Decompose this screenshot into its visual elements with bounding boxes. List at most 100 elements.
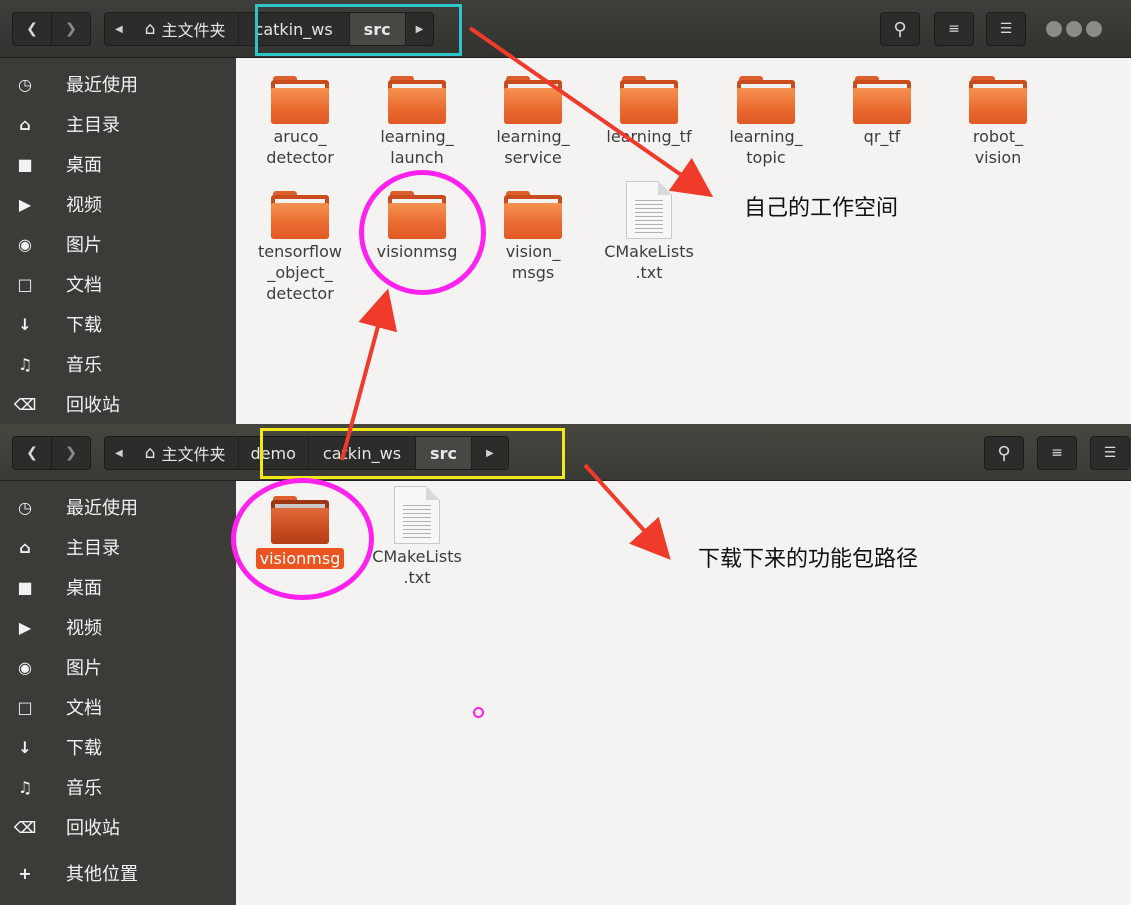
sidebar-item-label: 桌面 bbox=[66, 578, 102, 599]
folder-item[interactable]: learning_ launch bbox=[362, 76, 472, 168]
minimize-icon[interactable] bbox=[1046, 21, 1062, 37]
sidebar-item-label: 图片 bbox=[66, 235, 102, 256]
sidebar-item[interactable]: ▶ 视频 bbox=[0, 184, 236, 224]
sidebar-item[interactable]: ↓ 下载 bbox=[0, 727, 236, 767]
file-item[interactable]: CMakeLists .txt bbox=[362, 486, 472, 588]
sidebar-item-label: 视频 bbox=[66, 618, 102, 639]
folder-item[interactable]: qr_tf bbox=[827, 76, 937, 147]
path-scroll-left[interactable]: ◀ bbox=[105, 13, 133, 45]
folder-item[interactable]: learning_tf bbox=[594, 76, 704, 147]
music-icon: ♫ bbox=[17, 777, 33, 797]
text-file-icon bbox=[626, 181, 672, 239]
menu-button[interactable]: ☰ bbox=[1090, 436, 1130, 470]
headerbar: ❮ ❯ ◀ ⌂ 主文件夹 demo catkin_ws src ▶ ⚲ ≡ ☰ bbox=[0, 424, 1131, 481]
path-home[interactable]: ⌂ 主文件夹 bbox=[133, 437, 239, 469]
folder-item[interactable]: learning_ service bbox=[478, 76, 588, 168]
path-segment-src[interactable]: src bbox=[349, 13, 406, 45]
item-label: learning_ service bbox=[496, 127, 570, 167]
folder-icon bbox=[271, 496, 329, 544]
home-icon: ⌂ bbox=[144, 19, 156, 39]
sidebar-item-label: 下载 bbox=[66, 738, 102, 759]
sidebar-item[interactable]: ♫ 音乐 bbox=[0, 767, 236, 807]
sidebar-item[interactable]: ⌫ 回收站 bbox=[0, 384, 236, 424]
hamburger-icon: ☰ bbox=[1103, 445, 1117, 461]
maximize-icon[interactable] bbox=[1066, 21, 1082, 37]
item-label: visionmsg bbox=[255, 548, 345, 569]
folder-icon bbox=[271, 191, 329, 239]
sidebar-item[interactable]: + 其他位置 bbox=[0, 853, 236, 893]
sidebar-item[interactable]: ⌂ 主目录 bbox=[0, 527, 236, 567]
home-icon: ⌂ bbox=[19, 114, 31, 134]
folder-icon bbox=[737, 76, 795, 124]
back-button[interactable]: ❮ bbox=[12, 436, 52, 470]
sidebar-item-label: 回收站 bbox=[66, 818, 120, 839]
folder-icon bbox=[853, 76, 911, 124]
back-button[interactable]: ❮ bbox=[12, 12, 52, 46]
path-home-label: 主文件夹 bbox=[161, 445, 226, 464]
list-view-icon: ≡ bbox=[948, 21, 960, 37]
file-manager-window-top: ❮ ❯ ◀ ⌂ 主文件夹 catkin_ws src ▶ ⚲ ≡ ☰ ◷ 最近使用… bbox=[0, 0, 1131, 424]
plus-icon: + bbox=[18, 863, 32, 883]
folder-item[interactable]: visionmsg bbox=[245, 496, 355, 569]
triangle-right-icon: ▶ bbox=[485, 447, 494, 459]
search-button[interactable]: ⚲ bbox=[984, 436, 1024, 470]
sidebar: ◷ 最近使用 ⌂ 主目录 ■ 桌面 ▶ 视频 ◉ 图片 □ 文档 ↓ 下载 ♫ 音乐 ⌫ 回收站 bbox=[0, 58, 236, 424]
menu-button[interactable]: ☰ bbox=[986, 12, 1026, 46]
forward-button[interactable]: ❯ bbox=[51, 12, 91, 46]
path-scroll-right[interactable]: ▶ bbox=[406, 13, 434, 45]
sidebar-item[interactable]: ■ 桌面 bbox=[0, 567, 236, 607]
folder-item[interactable]: vision_ msgs bbox=[478, 191, 588, 283]
folder-item[interactable]: aruco_ detector bbox=[245, 76, 355, 168]
sidebar-item[interactable]: ⌫ 回收站 bbox=[0, 807, 236, 847]
item-label: visionmsg bbox=[376, 242, 458, 261]
sidebar-item-label: 桌面 bbox=[66, 155, 102, 176]
sidebar-item[interactable]: ■ 桌面 bbox=[0, 144, 236, 184]
home-icon: ⌂ bbox=[19, 537, 31, 557]
search-icon: ⚲ bbox=[997, 442, 1011, 464]
desktop-folder-icon: ■ bbox=[17, 577, 33, 597]
clock-icon: ◷ bbox=[18, 74, 32, 94]
path-segment-src[interactable]: src bbox=[416, 437, 472, 469]
sidebar-item[interactable]: ⌂ 主目录 bbox=[0, 104, 236, 144]
folder-item[interactable]: learning_ topic bbox=[711, 76, 821, 168]
sidebar-item[interactable]: ◷ 最近使用 bbox=[0, 487, 236, 527]
path-scroll-left[interactable]: ◀ bbox=[105, 437, 133, 469]
sidebar-item[interactable]: ◉ 图片 bbox=[0, 647, 236, 687]
sidebar-item[interactable]: ▶ 视频 bbox=[0, 607, 236, 647]
path-home-label: 主文件夹 bbox=[161, 21, 226, 40]
sidebar-item[interactable]: ◉ 图片 bbox=[0, 224, 236, 264]
sidebar-item[interactable]: ◷ 最近使用 bbox=[0, 64, 236, 104]
file-item[interactable]: CMakeLists .txt bbox=[594, 181, 704, 283]
sidebar-item[interactable]: ↓ 下载 bbox=[0, 304, 236, 344]
sidebar-item-label: 音乐 bbox=[66, 355, 102, 376]
path-segment-catkin_ws[interactable]: catkin_ws bbox=[309, 437, 417, 469]
folder-item[interactable]: robot_ vision bbox=[943, 76, 1053, 168]
item-label: robot_ vision bbox=[972, 127, 1024, 167]
path-scroll-right[interactable]: ▶ bbox=[472, 437, 508, 469]
path-bar: ◀ ⌂ 主文件夹 demo catkin_ws src ▶ bbox=[104, 436, 509, 470]
sidebar-item[interactable]: □ 文档 bbox=[0, 687, 236, 727]
clock-icon: ◷ bbox=[18, 497, 32, 517]
list-view-icon: ≡ bbox=[1051, 445, 1063, 461]
search-button[interactable]: ⚲ bbox=[880, 12, 920, 46]
sidebar-item[interactable]: □ 文档 bbox=[0, 264, 236, 304]
view-options-button[interactable]: ≡ bbox=[934, 12, 974, 46]
document-icon: □ bbox=[17, 274, 33, 294]
trash-icon: ⌫ bbox=[13, 817, 37, 837]
item-label: qr_tf bbox=[863, 127, 901, 146]
path-home[interactable]: ⌂ 主文件夹 bbox=[133, 13, 239, 45]
triangle-right-icon: ▶ bbox=[415, 23, 424, 35]
folder-item[interactable]: visionmsg bbox=[362, 191, 472, 262]
video-icon: ▶ bbox=[18, 617, 32, 637]
close-icon[interactable] bbox=[1086, 21, 1102, 37]
folder-icon bbox=[969, 76, 1027, 124]
view-options-button[interactable]: ≡ bbox=[1037, 436, 1077, 470]
path-segment-demo[interactable]: demo bbox=[239, 437, 309, 469]
forward-button[interactable]: ❯ bbox=[51, 436, 91, 470]
sidebar-item[interactable]: ♫ 音乐 bbox=[0, 344, 236, 384]
item-label: tensorflow _object_ detector bbox=[258, 242, 342, 303]
sidebar-item-label: 音乐 bbox=[66, 778, 102, 799]
path-segment-catkin_ws[interactable]: catkin_ws bbox=[239, 13, 350, 45]
folder-item[interactable]: tensorflow _object_ detector bbox=[245, 191, 355, 304]
item-label: vision_ msgs bbox=[505, 242, 561, 282]
